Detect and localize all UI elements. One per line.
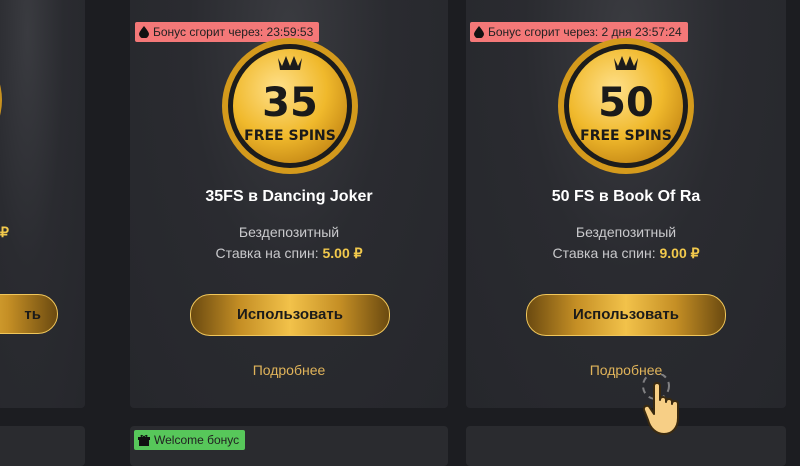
coin-text: FREE SPINS	[244, 128, 336, 144]
coin-text: FREE SPINS	[580, 128, 672, 144]
use-button[interactable]: Использовать	[526, 294, 726, 336]
bonus-title: 35FS в Dancing Joker	[205, 188, 373, 205]
drop-icon	[139, 26, 149, 38]
coin-number: 35	[262, 80, 318, 126]
bonus-card-next-row	[466, 426, 786, 466]
stake-currency: ₽	[0, 224, 9, 240]
drop-icon	[474, 26, 484, 38]
bonus-card-next-row	[0, 426, 85, 466]
free-spins-coin-icon: 35 FREE SPINS	[222, 38, 358, 174]
bonus-card: Бонус сгорит через: 2 дня 23:57:24 50 FR…	[466, 0, 786, 408]
stake-label: Ставка на спин:	[552, 245, 656, 261]
coin-number: 50	[598, 80, 654, 126]
use-button[interactable]: Использовать	[190, 294, 390, 336]
use-button-partial-label: ть	[24, 306, 41, 323]
free-spins-coin-icon: 50 FREE SPINS	[558, 38, 694, 174]
pointer-hand-icon	[642, 374, 679, 435]
welcome-badge: Welcome бонус	[134, 430, 246, 450]
bonus-card-partial: ₽ ть	[0, 0, 85, 408]
stake-info: Ставка на спин: 5.00 ₽	[130, 245, 448, 262]
bonus-card: Бонус сгорит через: 23:59:53 35 FREE SPI…	[130, 0, 448, 408]
gift-icon	[138, 434, 150, 446]
details-link[interactable]: Подробнее	[130, 362, 448, 378]
bonus-title: 50 FS в Book Of Ra	[551, 188, 701, 205]
details-link[interactable]: Подробнее	[466, 362, 786, 378]
coin-partial	[0, 84, 2, 116]
stake-info: Ставка на спин: 9.00 ₽	[466, 245, 786, 262]
bonus-type: Бездепозитный	[238, 224, 340, 240]
welcome-badge-label: Welcome бонус	[154, 433, 240, 447]
stake-value: 9.00 ₽	[659, 245, 700, 261]
stake-value: 5.00 ₽	[322, 245, 363, 261]
stake-label: Ставка на спин:	[215, 245, 319, 261]
bonus-type: Бездепозитный	[575, 224, 677, 240]
bonus-card-next-row: Welcome бонус	[130, 426, 448, 466]
use-button-partial[interactable]: ть	[0, 294, 58, 334]
